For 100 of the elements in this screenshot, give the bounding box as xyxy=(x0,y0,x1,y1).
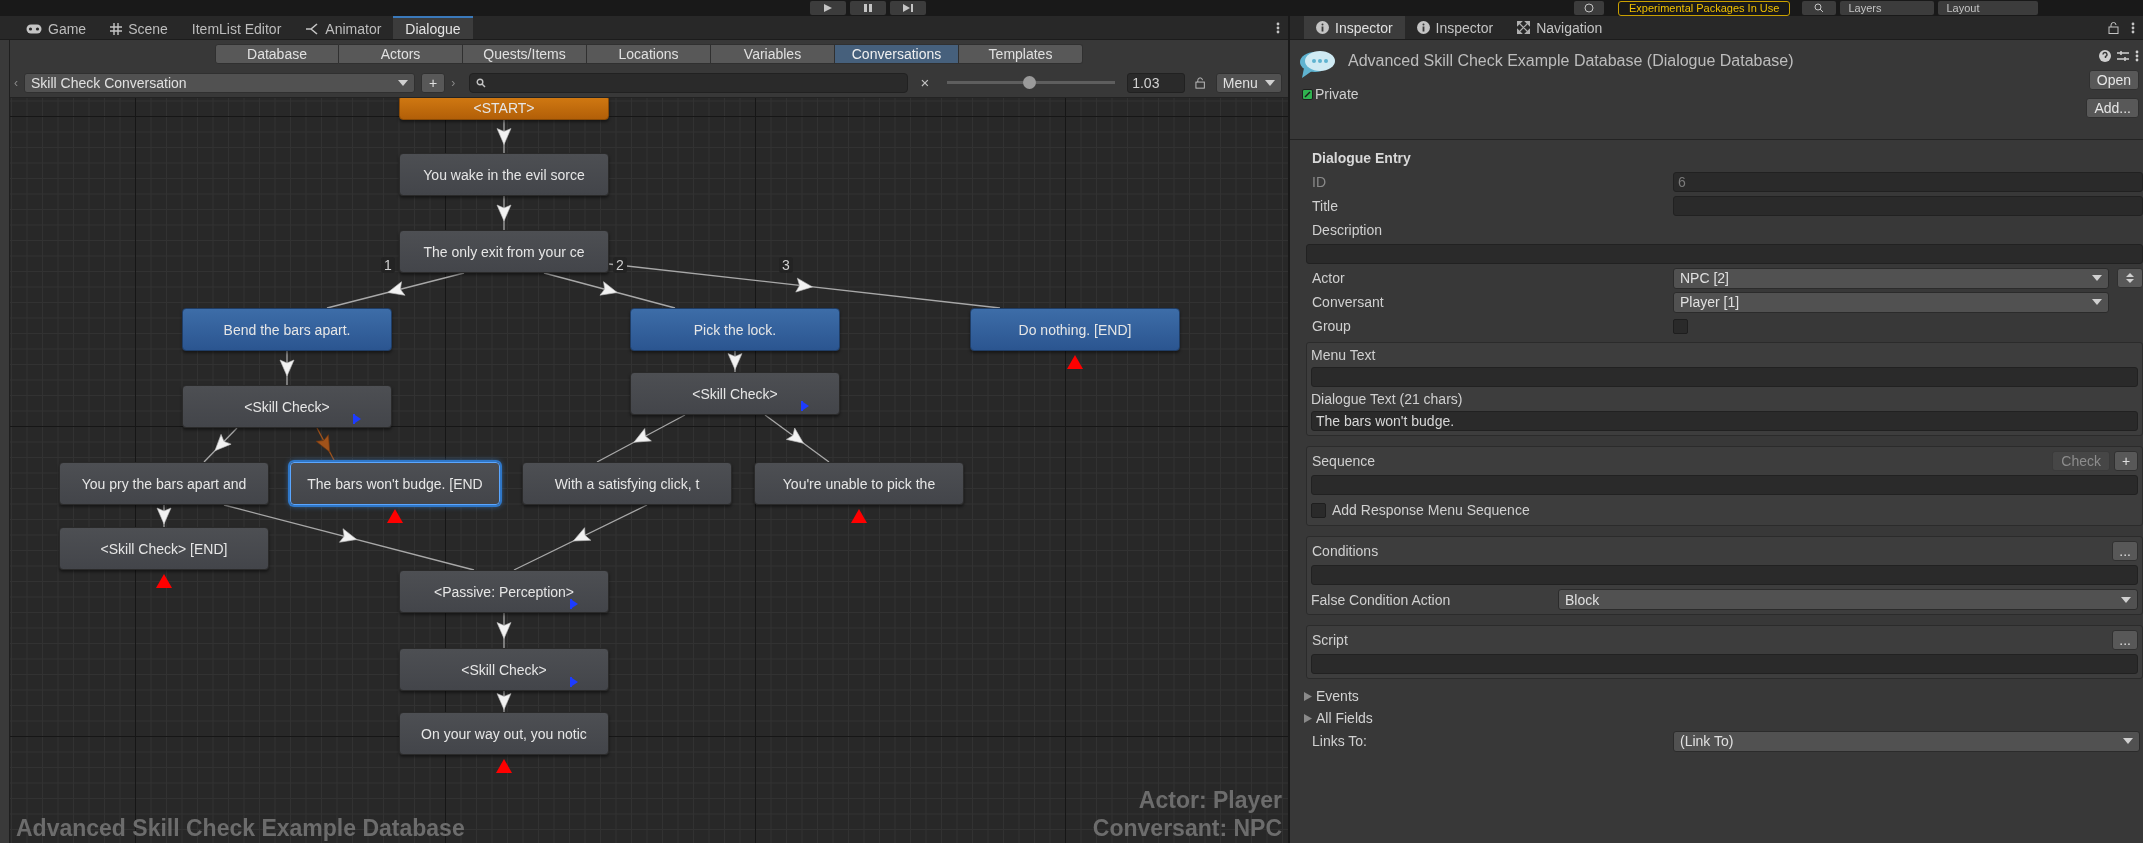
more-button[interactable]: ... xyxy=(2112,630,2138,650)
foldout[interactable]: All Fields xyxy=(1304,707,1673,729)
section-tab[interactable]: Quests/Items xyxy=(463,44,587,64)
link-arrow[interactable] xyxy=(156,504,172,528)
inspector-tab[interactable]: Inspector xyxy=(1304,16,1405,39)
inspector-tab[interactable]: Inspector xyxy=(1404,16,1506,39)
add-sequence-button[interactable]: + xyxy=(2114,451,2138,471)
section-tab[interactable]: Locations xyxy=(587,44,711,64)
link-arrow[interactable] xyxy=(596,414,686,463)
dialogue-node[interactable]: <Skill Check> xyxy=(399,648,609,691)
conditions-field[interactable] xyxy=(1311,565,2138,585)
menu-icon[interactable] xyxy=(1276,21,1280,34)
dialogue-node[interactable]: <Passive: Perception> xyxy=(399,570,609,613)
menu-icon[interactable] xyxy=(2131,21,2135,34)
back-button[interactable]: ‹ xyxy=(14,75,18,90)
search-field[interactable] xyxy=(469,72,909,93)
node-text: The bars won't budge. [END xyxy=(307,475,483,492)
false-condition-dropdown[interactable]: Block xyxy=(1558,589,2138,610)
menu-dropdown[interactable]: Menu xyxy=(1215,72,1282,93)
dialogue-node[interactable]: Bend the bars apart. xyxy=(182,308,392,351)
dialogue-node[interactable]: Pick the lock. xyxy=(630,308,840,351)
lock-icon[interactable] xyxy=(1195,76,1206,89)
conversant-dropdown[interactable]: Player [1] xyxy=(1673,291,2109,313)
layers-dropdown[interactable]: Layers xyxy=(1840,1,1935,15)
node-text: <Passive: Perception> xyxy=(433,583,575,600)
link-arrow[interactable] xyxy=(279,350,295,386)
field-label: Sequence xyxy=(1312,453,1376,469)
dialogue-node[interactable]: On your way out, you notic xyxy=(399,712,609,755)
checkbox-label: Add Response Menu Sequence xyxy=(1332,502,1530,518)
branch-icon xyxy=(305,22,320,35)
dialogue-node[interactable]: You're unable to pick the xyxy=(754,462,964,505)
node-canvas[interactable] xyxy=(10,98,1288,843)
links-to-dropdown[interactable]: (Link To) xyxy=(1673,730,2140,752)
section-tab[interactable]: Database xyxy=(215,44,339,64)
forward-button[interactable]: › xyxy=(451,75,456,90)
section-tab[interactable]: Variables xyxy=(711,44,835,64)
menu-icon[interactable] xyxy=(2135,50,2139,62)
menu-text-field[interactable] xyxy=(1311,367,2138,387)
open-button[interactable]: Open xyxy=(2088,70,2139,90)
add-conversation-button[interactable]: + xyxy=(421,72,446,93)
dialogue-node[interactable]: <Skill Check> [END] xyxy=(59,527,269,570)
dialogue-node[interactable]: You pry the bars apart and xyxy=(59,462,269,505)
link-arrow[interactable] xyxy=(203,427,238,463)
section-tab[interactable]: Actors xyxy=(339,44,463,64)
dialogue-text-field[interactable]: The bars won't budge. xyxy=(1311,411,2138,431)
link-arrow[interactable] xyxy=(496,195,512,231)
add-button[interactable]: Add... xyxy=(2086,98,2139,118)
search-button[interactable] xyxy=(1802,1,1837,15)
group-checkbox[interactable] xyxy=(1673,318,1688,334)
link-arrow[interactable] xyxy=(496,690,512,713)
swap-button[interactable] xyxy=(2117,268,2143,288)
lock-icon[interactable] xyxy=(2108,21,2119,34)
script-field[interactable] xyxy=(1311,654,2138,674)
zoom-field[interactable]: 1.03 xyxy=(1127,72,1186,93)
private-checkbox[interactable] xyxy=(1302,88,1313,100)
field-label: Script xyxy=(1312,632,1348,648)
dialogue-node[interactable]: <Skill Check> xyxy=(182,385,392,428)
editor-tab[interactable]: Game xyxy=(14,16,99,39)
dialogue-node[interactable]: With a satisfying click, t xyxy=(522,462,732,505)
pause-button[interactable] xyxy=(850,1,886,15)
dialogue-node[interactable]: The only exit from your ce xyxy=(399,230,609,273)
settings-sliders-icon[interactable] xyxy=(2117,50,2129,62)
node-text: The only exit from your ce xyxy=(423,243,585,260)
link-arrow[interactable] xyxy=(496,612,512,649)
link-arrow[interactable] xyxy=(315,427,336,463)
section-tab[interactable]: Templates xyxy=(959,44,1083,64)
link-arrow[interactable] xyxy=(496,119,512,154)
editor-tab[interactable]: ItemList Editor xyxy=(179,16,294,39)
caret-icon xyxy=(2121,596,2131,603)
field-label: Dialogue Text (21 chars) xyxy=(1311,391,1464,407)
response-menu-checkbox[interactable] xyxy=(1311,502,1326,518)
link-arrow[interactable] xyxy=(513,504,648,571)
layout-dropdown[interactable]: Layout xyxy=(1938,1,2039,15)
editor-tab[interactable]: Animator xyxy=(293,16,394,39)
history-button[interactable] xyxy=(1574,1,1604,15)
editor-tab[interactable]: Scene xyxy=(98,16,180,39)
clear-search-button[interactable]: × xyxy=(914,74,936,91)
editor-tab[interactable]: Dialogue xyxy=(393,16,473,39)
link-arrow[interactable] xyxy=(326,272,465,309)
sequence-field[interactable] xyxy=(1311,475,2138,495)
dialogue-node[interactable]: The bars won't budge. [END xyxy=(290,462,500,505)
foldout[interactable]: Events xyxy=(1304,685,1673,707)
step-button[interactable] xyxy=(890,1,926,15)
foldout-arrow-icon xyxy=(1304,713,1312,723)
navigation-icon xyxy=(1517,21,1531,34)
link-arrow[interactable] xyxy=(543,272,676,309)
link-arrow[interactable] xyxy=(727,350,743,373)
help-icon[interactable] xyxy=(2099,50,2111,62)
dialogue-node[interactable]: Do nothing. [END] xyxy=(970,308,1180,351)
zoom-slider-thumb[interactable] xyxy=(1023,76,1037,89)
more-button[interactable]: ... xyxy=(2112,541,2138,561)
actor-dropdown[interactable]: NPC [2] xyxy=(1673,267,2109,289)
dialogue-node[interactable]: You wake in the evil sorce xyxy=(399,153,609,196)
conversation-dropdown[interactable]: Skill Check Conversation xyxy=(24,72,416,93)
inspector-tab[interactable]: Navigation xyxy=(1505,16,1615,39)
section-tab[interactable]: Conversations xyxy=(835,44,959,64)
experimental-packages-notice[interactable]: Experimental Packages In Use xyxy=(1618,0,1791,16)
link-arrow[interactable] xyxy=(764,414,830,463)
play-button[interactable] xyxy=(810,1,846,15)
dialogue-node[interactable]: <Skill Check> xyxy=(630,372,840,415)
